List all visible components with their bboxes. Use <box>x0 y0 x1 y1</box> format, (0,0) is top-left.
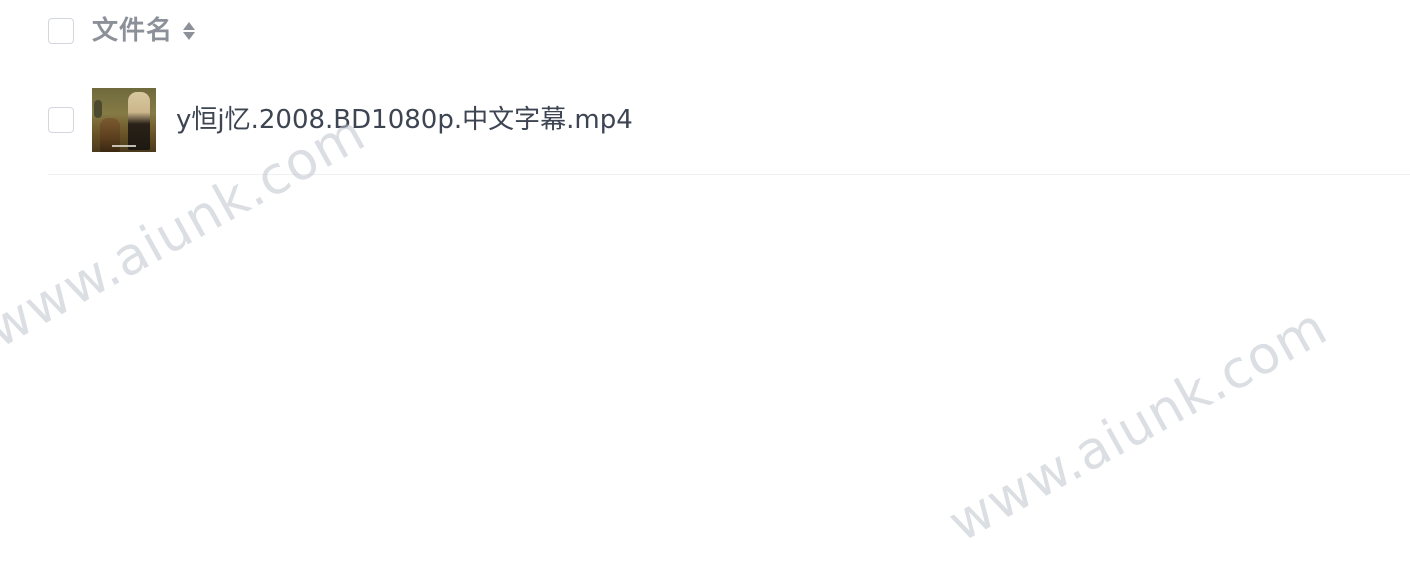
row-divider <box>48 174 1410 175</box>
file-name[interactable]: y恒j忆.2008.BD1080p.中文字幕.mp4 <box>176 103 633 137</box>
sort-ascending-icon <box>183 22 196 30</box>
video-thumbnail[interactable] <box>92 88 156 152</box>
file-list-page: 文件名 y恒j忆.2008.BD1080p.中文字幕.mp4 www.aiunk… <box>0 0 1410 588</box>
file-row-checkbox[interactable] <box>48 107 74 133</box>
sort-icon[interactable] <box>182 20 196 42</box>
sort-descending-icon <box>183 32 196 40</box>
file-list-header: 文件名 <box>48 14 196 48</box>
file-row[interactable]: y恒j忆.2008.BD1080p.中文字幕.mp4 <box>48 87 1410 153</box>
watermark: www.aiunk.com <box>938 296 1338 554</box>
column-header-filename[interactable]: 文件名 <box>92 14 173 48</box>
select-all-checkbox[interactable] <box>48 18 74 44</box>
